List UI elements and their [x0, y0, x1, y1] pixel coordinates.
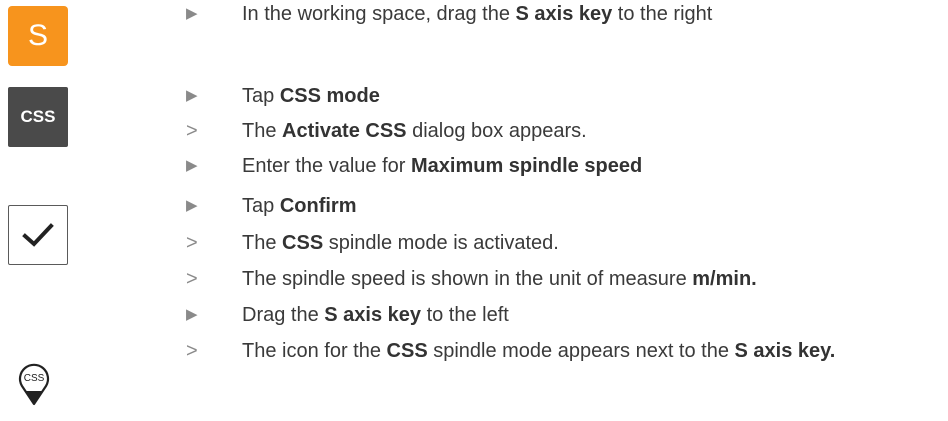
result-step: > The spindle speed is shown in the unit … — [186, 265, 946, 293]
step-text-part: to the right — [612, 3, 713, 25]
result-step: > The Activate CSS dialog box appears. — [186, 117, 946, 145]
result-marker-icon: > — [186, 268, 198, 290]
step-text-bold: CSS — [282, 232, 324, 254]
step-text-part: dialog box appears. — [406, 120, 587, 142]
step-text-bold: m/min. — [692, 268, 757, 290]
step-text: The icon for the CSS spindle mode appear… — [242, 337, 946, 365]
pin-label: CSS — [24, 373, 45, 384]
step-text: Enter the value for Maximum spindle spee… — [242, 152, 946, 180]
action-step: ▶ Tap CSS mode — [186, 82, 946, 110]
step-text-bold: Confirm — [279, 195, 357, 217]
step-text: Drag the S axis key to the left — [242, 301, 946, 329]
action-marker-icon: ▶ — [186, 157, 198, 174]
step-text-part: Tap — [242, 85, 280, 107]
action-marker-icon: ▶ — [186, 197, 198, 214]
result-marker-icon: > — [186, 120, 198, 142]
s-axis-key-label: S — [27, 19, 48, 52]
step-text: The Activate CSS dialog box appears. — [242, 117, 946, 145]
result-marker-icon: > — [186, 232, 198, 254]
step-text-part: spindle mode appears next to the — [427, 340, 735, 362]
confirm-checkmark-icon — [8, 205, 68, 265]
action-step: ▶ In the working space, drag the S axis k… — [186, 0, 946, 28]
action-marker-icon: ▶ — [186, 87, 198, 104]
step-text-part: Enter the value for — [242, 155, 411, 177]
action-step: ▶ Drag the S axis key to the left — [186, 301, 946, 329]
step-text: Tap CSS mode — [242, 82, 946, 110]
step-text-bold: S axis key. — [734, 340, 836, 362]
step-text-part: Drag the — [242, 304, 325, 326]
css-spindle-mode-pin-icon: CSS — [17, 360, 51, 406]
step-text-part: In the working space, drag the — [242, 3, 516, 25]
step-text: In the working space, drag the S axis ke… — [242, 0, 946, 28]
step-text-part: The — [242, 120, 283, 142]
step-text-part: Tap — [242, 195, 280, 217]
action-step: ▶ Tap Confirm — [186, 192, 946, 220]
step-text-part: to the left — [421, 304, 509, 326]
css-mode-key-icon: CSS — [8, 87, 68, 147]
step-text: The CSS spindle mode is activated. — [242, 229, 946, 257]
step-text-bold: CSS — [386, 340, 428, 362]
step-text-bold: CSS mode — [279, 85, 380, 107]
step-text: Tap Confirm — [242, 192, 946, 220]
step-text-part: spindle mode is activated. — [323, 232, 559, 254]
css-mode-key-label: CSS — [20, 107, 56, 126]
action-step: ▶ Enter the value for Maximum spindle spe… — [186, 152, 946, 180]
step-text-part: The — [242, 232, 283, 254]
result-step: > The CSS spindle mode is activated. — [186, 229, 946, 257]
result-step: > The icon for the CSS spindle mode appea… — [186, 337, 946, 365]
step-text-part: The spindle speed is shown in the unit o… — [242, 268, 693, 290]
step-text-bold: Maximum spindle speed — [410, 155, 643, 177]
step-text-part: The icon for the — [242, 340, 387, 362]
step-text-bold: S axis key — [515, 3, 613, 25]
result-marker-icon: > — [186, 340, 198, 362]
step-text: The spindle speed is shown in the unit o… — [242, 265, 946, 293]
s-axis-key-icon: S — [8, 6, 68, 66]
action-marker-icon: ▶ — [186, 306, 198, 323]
checkmark-icon — [22, 223, 54, 247]
step-text-bold: S axis key — [324, 304, 422, 326]
action-marker-icon: ▶ — [186, 5, 198, 22]
step-text-bold: Activate CSS — [282, 120, 407, 142]
